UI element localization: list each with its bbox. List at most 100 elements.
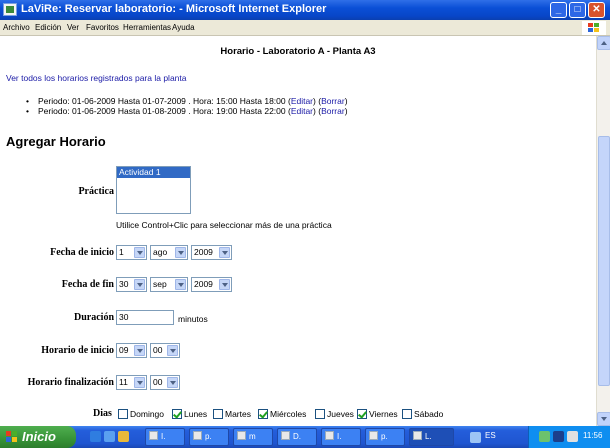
menu-edicion[interactable]: Edición bbox=[35, 23, 61, 32]
horario-fin-hour-select[interactable]: 11 bbox=[116, 375, 147, 390]
fecha-fin-label: Fecha de fin bbox=[61, 279, 114, 290]
checkbox[interactable] bbox=[315, 409, 325, 419]
fecha-inicio-label: Fecha de inicio bbox=[50, 247, 114, 258]
title-bar: LaViRe: Reservar laboratorio: - Microsof… bbox=[0, 0, 610, 20]
chevron-down-icon bbox=[134, 377, 145, 388]
day-checkbox-domingo[interactable]: Domingo bbox=[118, 409, 164, 419]
tray-arrows-icon[interactable] bbox=[470, 432, 481, 443]
browser-icon[interactable] bbox=[104, 431, 115, 442]
windows-logo-icon bbox=[582, 21, 606, 35]
taskbar-item[interactable]: D. bbox=[277, 428, 317, 446]
fecha-fin-day-select[interactable]: 30 bbox=[116, 277, 147, 292]
ie-icon bbox=[3, 3, 17, 16]
period-item: • Periodo: 01-06-2009 Hasta 01-08-2009 .… bbox=[26, 106, 348, 116]
folder-icon bbox=[149, 431, 158, 440]
day-checkbox-sabado[interactable]: Sábado bbox=[402, 409, 443, 419]
delete-link[interactable]: Borrar bbox=[321, 96, 345, 106]
checkbox-checked[interactable] bbox=[258, 409, 268, 419]
page-title: Horario - Laboratorio A - Planta A3 bbox=[220, 46, 376, 57]
taskbar-item[interactable]: m bbox=[233, 428, 273, 446]
checkbox-checked[interactable] bbox=[172, 409, 182, 419]
period-item: • Periodo: 01-06-2009 Hasta 01-07-2009 .… bbox=[26, 96, 348, 106]
day-checkbox-jueves[interactable]: Jueves bbox=[315, 409, 354, 419]
practica-option[interactable]: Actividad 1 bbox=[117, 167, 190, 178]
horario-fin-minute-select[interactable]: 00 bbox=[150, 375, 180, 390]
scroll-down-button[interactable] bbox=[597, 412, 610, 426]
language-indicator[interactable]: ES bbox=[485, 431, 496, 440]
all-schedules-link[interactable]: Ver todos los horarios registrados para … bbox=[6, 73, 187, 83]
chevron-down-icon bbox=[167, 345, 178, 356]
practica-hint: Utilice Control+Clic para seleccionar má… bbox=[116, 220, 332, 230]
ie-icon bbox=[413, 431, 422, 440]
close-button[interactable]: ✕ bbox=[588, 2, 605, 18]
taskbar-item[interactable]: I. bbox=[145, 428, 185, 446]
delete-link[interactable]: Borrar bbox=[321, 106, 345, 116]
duracion-unit: minutos bbox=[178, 314, 208, 324]
fecha-fin-year-select[interactable]: 2009 bbox=[191, 277, 232, 292]
taskbar: Inicio I. p. m D. I. p. L. ES 11:56 bbox=[0, 426, 610, 448]
day-checkbox-viernes[interactable]: Viernes bbox=[357, 409, 398, 419]
scroll-thumb[interactable] bbox=[598, 136, 610, 386]
horario-inicio-label: Horario de inicio bbox=[41, 345, 114, 356]
menu-favoritos[interactable]: Favoritos bbox=[86, 23, 119, 32]
edit-link[interactable]: Editar bbox=[291, 106, 313, 116]
day-checkbox-lunes[interactable]: Lunes bbox=[172, 409, 207, 419]
menu-bar: Archivo Edición Ver Favoritos Herramient… bbox=[0, 20, 610, 36]
chevron-down-icon bbox=[134, 247, 145, 258]
chevron-down-icon bbox=[175, 279, 186, 290]
chevron-down-icon bbox=[167, 377, 178, 388]
taskbar-item[interactable]: p. bbox=[189, 428, 229, 446]
menu-ayuda[interactable]: Ayuda bbox=[172, 23, 195, 32]
scroll-up-button[interactable] bbox=[597, 36, 610, 50]
start-button[interactable]: Inicio bbox=[0, 426, 76, 448]
taskbar-item-active[interactable]: L. bbox=[409, 428, 454, 446]
practica-listbox[interactable]: Actividad 1 bbox=[116, 166, 191, 214]
horario-inicio-hour-select[interactable]: 09 bbox=[116, 343, 147, 358]
maximize-button[interactable]: □ bbox=[569, 2, 586, 18]
chevron-down-icon bbox=[219, 247, 230, 258]
window-icon bbox=[237, 431, 246, 440]
period-text: Periodo: 01-06-2009 Hasta 01-07-2009 . H… bbox=[38, 96, 291, 106]
edit-link[interactable]: Editar bbox=[291, 96, 313, 106]
menu-herramientas[interactable]: Herramientas bbox=[123, 23, 171, 32]
desktop-icon[interactable] bbox=[90, 431, 101, 442]
document-icon bbox=[325, 431, 334, 440]
chevron-down-icon bbox=[219, 279, 230, 290]
chevron-down-icon bbox=[134, 279, 145, 290]
checkbox[interactable] bbox=[118, 409, 128, 419]
fecha-fin-month-select[interactable]: sep bbox=[150, 277, 188, 292]
horario-inicio-minute-select[interactable]: 00 bbox=[150, 343, 180, 358]
day-checkbox-miercoles[interactable]: Miércoles bbox=[258, 409, 306, 419]
window-title: LaViRe: Reservar laboratorio: - Microsof… bbox=[21, 3, 327, 15]
menu-ver[interactable]: Ver bbox=[67, 23, 79, 32]
section-title: Agregar Horario bbox=[6, 134, 106, 149]
checkbox[interactable] bbox=[402, 409, 412, 419]
minimize-button[interactable]: _ bbox=[550, 2, 567, 18]
dias-label: Dias bbox=[93, 408, 112, 419]
windows-logo-icon bbox=[6, 431, 18, 443]
practica-label: Práctica bbox=[78, 186, 114, 197]
duracion-input[interactable]: 30 bbox=[116, 310, 174, 325]
fecha-inicio-day-select[interactable]: 1 bbox=[116, 245, 147, 260]
fecha-inicio-year-select[interactable]: 2009 bbox=[191, 245, 232, 260]
monitor-icon[interactable] bbox=[553, 431, 564, 442]
network-icon[interactable] bbox=[539, 431, 550, 442]
checkbox[interactable] bbox=[213, 409, 223, 419]
fecha-inicio-month-select[interactable]: ago bbox=[150, 245, 188, 260]
horario-fin-label: Horario finalización bbox=[27, 377, 114, 388]
chevron-down-icon bbox=[175, 247, 186, 258]
clock: 11:56 bbox=[583, 431, 603, 440]
speaker-icon[interactable] bbox=[567, 431, 578, 442]
document-icon bbox=[369, 431, 378, 440]
menu-archivo[interactable]: Archivo bbox=[3, 23, 30, 32]
page-content: Horario - Laboratorio A - Planta A3 Ver … bbox=[0, 36, 596, 426]
period-text: Periodo: 01-06-2009 Hasta 01-08-2009 . H… bbox=[38, 106, 291, 116]
duracion-label: Duración bbox=[74, 312, 114, 323]
day-checkbox-martes[interactable]: Martes bbox=[213, 409, 251, 419]
taskbar-item[interactable]: I. bbox=[321, 428, 361, 446]
vertical-scrollbar[interactable] bbox=[596, 36, 610, 426]
checkbox-checked[interactable] bbox=[357, 409, 367, 419]
document-icon bbox=[281, 431, 290, 440]
taskbar-item[interactable]: p. bbox=[365, 428, 405, 446]
media-icon[interactable] bbox=[118, 431, 129, 442]
